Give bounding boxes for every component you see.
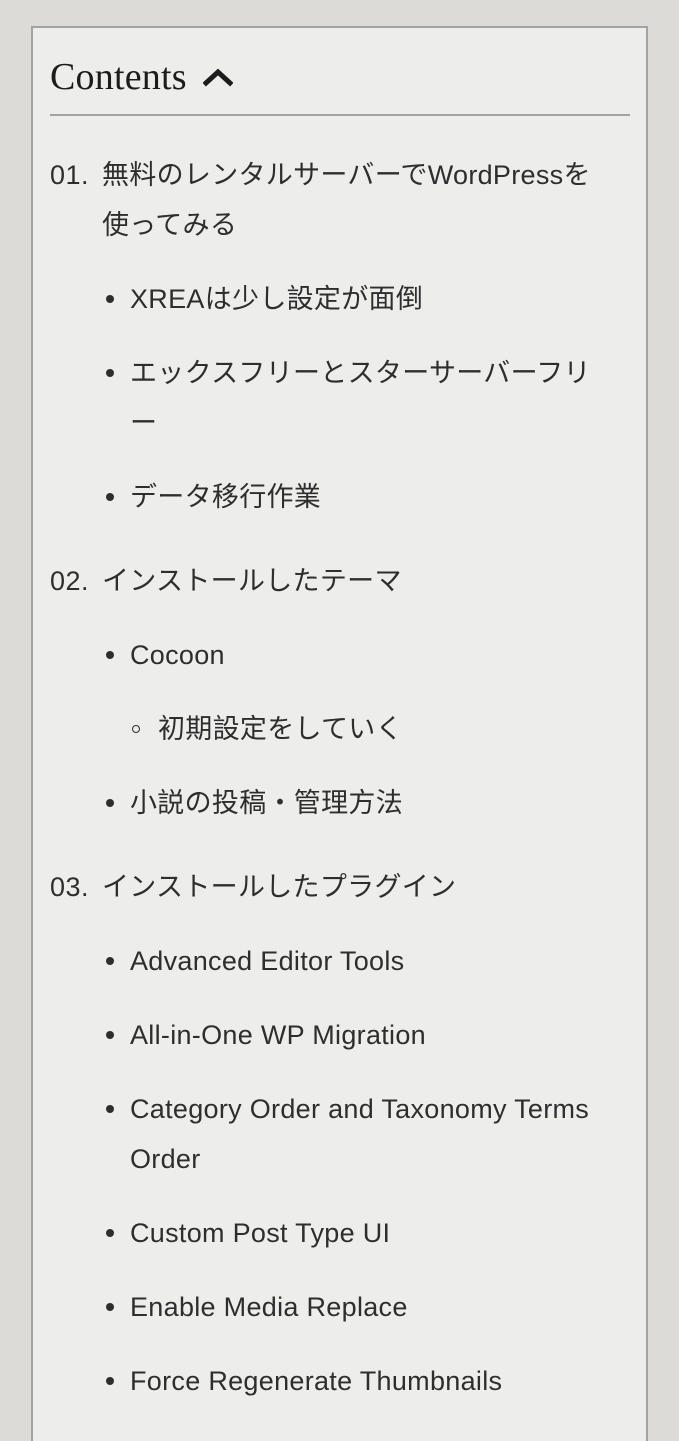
toc-item-label: Enable Media Replace (130, 1292, 408, 1322)
toc-item-label: エックスフリーとスターサーバーフリー (130, 358, 591, 438)
toc-item[interactable]: All-in-One WP Migration (106, 986, 630, 1060)
toc-item[interactable]: Cocoon (106, 606, 630, 680)
table-of-contents-widget: Contents 01. 無料のレンタルサーバーでWordPressを使ってみる X… (31, 26, 648, 1441)
toc-item[interactable]: XREAは少し設定が面倒 (106, 250, 630, 324)
toc-item[interactable]: Enable Media Replace (106, 1258, 630, 1332)
bullet-solid-icon (106, 472, 130, 522)
toc-item-label: 小説の投稿・管理方法 (130, 788, 403, 818)
toc-header: Contents (50, 28, 630, 116)
toc-sublist: Cocoon 初期設定をしていく小説の投稿・管理方法 (50, 606, 630, 828)
toc-item[interactable]: Advanced Editor Tools (106, 912, 630, 986)
toc-section: 03. インストールしたプラグイン Advanced Editor Tools All… (50, 828, 630, 1441)
toc-item-label: Custom Post Type UI (130, 1218, 391, 1248)
toc-item[interactable]: 初期設定をしていく (132, 680, 630, 754)
bullet-solid-icon (106, 1084, 130, 1134)
toc-section-title: インストールしたプラグイン (102, 872, 457, 902)
toc-section-link[interactable]: 01. 無料のレンタルサーバーでWordPressを使ってみる (50, 116, 630, 250)
bullet-solid-icon (106, 1430, 130, 1441)
toc-section-title: 無料のレンタルサーバーでWordPressを使ってみる (102, 160, 591, 240)
bullet-solid-icon (106, 274, 130, 324)
toc-item-label: Force Regenerate Thumbnails (130, 1366, 503, 1396)
toc-item[interactable]: エックスフリーとスターサーバーフリー (106, 324, 630, 448)
toc-section: 01. 無料のレンタルサーバーでWordPressを使ってみる XREAは少し設定が… (50, 116, 630, 522)
bullet-solid-icon (106, 1356, 130, 1406)
toc-item[interactable]: 小説の投稿・管理方法 (106, 754, 630, 828)
toc-item-label: Pages with category and tag (130, 1430, 630, 1441)
toc-item-label: All-in-One WP Migration (130, 1020, 426, 1050)
toc-section-number: 03. (50, 872, 90, 902)
toc-item-label: XREAは少し設定が面倒 (130, 284, 424, 314)
toc-item[interactable]: Pages with category and tag (106, 1406, 630, 1441)
toc-section: 02. インストールしたテーマ Cocoon 初期設定をしていく小説の投稿・管理方法 (50, 522, 630, 828)
bullet-solid-icon (106, 1282, 130, 1332)
bullet-solid-icon (106, 936, 130, 986)
toc-sublist: XREAは少し設定が面倒エックスフリーとスターサーバーフリーデータ移行作業 (50, 250, 630, 522)
bullet-hollow-icon (132, 704, 158, 754)
toc-section-link[interactable]: 03. インストールしたプラグイン (50, 828, 630, 912)
toc-item-label: 初期設定をしていく (158, 714, 403, 744)
toc-item-label: Advanced Editor Tools (130, 946, 405, 976)
page-title: Contents (50, 56, 187, 98)
chevron-up-icon[interactable] (202, 66, 233, 88)
toc-item-label: データ移行作業 (130, 482, 322, 512)
toc-section-number: 02. (50, 566, 90, 596)
bullet-solid-icon (106, 778, 130, 828)
toc-section-title: インストールしたテーマ (102, 566, 402, 596)
toc-item[interactable]: Force Regenerate Thumbnails (106, 1332, 630, 1406)
toc-item-label: Category Order and Taxonomy Terms Order (130, 1094, 590, 1174)
toc-subsublist: 初期設定をしていく (106, 680, 630, 754)
bullet-solid-icon (106, 1208, 130, 1258)
toc-section-number: 01. (50, 160, 90, 190)
bullet-solid-icon (106, 348, 130, 398)
toc-sublist: Advanced Editor Tools All-in-One WP Migra… (50, 912, 630, 1441)
toc-item[interactable]: データ移行作業 (106, 448, 630, 522)
toc-item[interactable]: Category Order and Taxonomy Terms Order (106, 1060, 630, 1184)
toc-item-label: Cocoon (130, 640, 225, 670)
toc-item[interactable]: Custom Post Type UI (106, 1184, 630, 1258)
bullet-solid-icon (106, 630, 130, 680)
toc-section-link[interactable]: 02. インストールしたテーマ (50, 522, 630, 606)
toc-list: 01. 無料のレンタルサーバーでWordPressを使ってみる XREAは少し設定が… (50, 116, 630, 1441)
bullet-solid-icon (106, 1010, 130, 1060)
